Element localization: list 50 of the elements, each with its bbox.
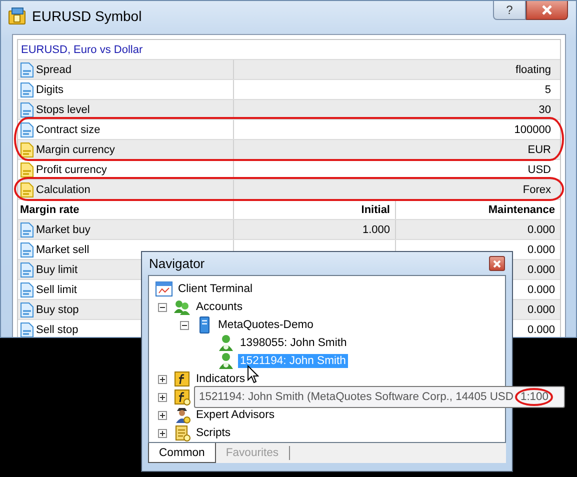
tree-item[interactable]: Indicators [194, 372, 247, 386]
property-name-cell: Contract size [18, 120, 234, 139]
close-icon [541, 5, 553, 15]
window-title: EURUSD Symbol [32, 8, 142, 24]
document-icon [20, 242, 34, 258]
tab[interactable]: Common [148, 443, 216, 463]
close-button[interactable] [526, 1, 568, 20]
property-name-cell: Stops level [18, 100, 234, 119]
tree-item[interactable]: 1398055: John Smith [238, 336, 349, 350]
maintenance-cell: 0.000 [527, 224, 555, 236]
column-header: Margin rate [18, 200, 234, 219]
property-value-cell: 5 [544, 84, 551, 96]
property-name-cell: Digits [18, 80, 234, 99]
tooltip-text: 1521194: John Smith (MetaQuotes Software Corp., 14405 USD [199, 391, 514, 403]
symbol-heading: EURUSD, Euro vs Dollar [20, 44, 143, 56]
document-icon [20, 222, 34, 238]
document-icon [20, 302, 34, 318]
document-icon [20, 262, 34, 278]
maintenance-cell: 0.000 [527, 264, 555, 276]
property-value-cell: EUR [528, 144, 551, 156]
property-value-cell: USD [528, 164, 551, 176]
close-icon [493, 260, 501, 268]
column-header: Maintenance [487, 202, 556, 218]
margin-name-cell: Market buy [18, 220, 234, 239]
document-icon [20, 282, 34, 298]
property-value-cell: 100000 [514, 124, 551, 136]
expand-icon[interactable] [158, 410, 167, 420]
help-button[interactable]: ? [493, 1, 526, 20]
property-value-cell: floating [516, 64, 551, 76]
close-button[interactable] [489, 256, 505, 271]
maintenance-cell: 0.000 [527, 304, 555, 316]
tree-item[interactable]: Expert Advisors [194, 408, 276, 422]
property-name-cell: Spread [18, 60, 234, 79]
property-value-cell: 30 [538, 104, 551, 116]
cursor-icon [247, 365, 259, 384]
column-header: Initial [234, 200, 396, 219]
tree-item[interactable]: Scripts [194, 426, 233, 440]
circled-leverage-text: 1:100 [515, 388, 554, 406]
initial-cell: 1.000 [362, 224, 390, 236]
maintenance-cell: 0.000 [527, 244, 555, 256]
maintenance-cell: 0.000 [527, 324, 555, 336]
expand-icon[interactable] [158, 374, 167, 384]
maintenance-cell: 0.000 [527, 284, 555, 296]
document-icon [20, 322, 34, 337]
property-value-cell: Forex [522, 184, 551, 196]
expand-icon[interactable] [158, 428, 167, 438]
expand-icon[interactable] [158, 392, 167, 402]
collapse-icon[interactable] [158, 302, 167, 312]
collapse-icon[interactable] [180, 320, 189, 330]
property-name-cell: Profit currency [18, 160, 234, 179]
